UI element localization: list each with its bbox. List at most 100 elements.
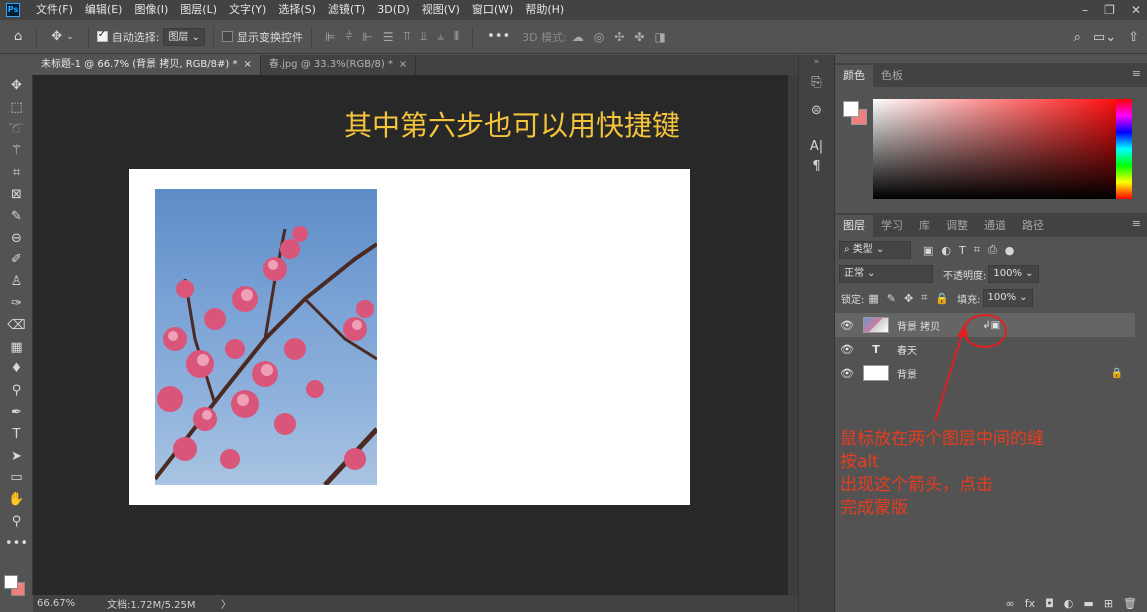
3d-roll-icon[interactable]: ◎ <box>594 30 604 44</box>
search-icon[interactable]: ⌕ <box>1074 30 1081 45</box>
eyedropper-tool-icon[interactable]: ✎ <box>0 206 33 228</box>
hue-slider[interactable] <box>1116 99 1132 199</box>
new-layer-icon[interactable]: ⊞ <box>1104 597 1113 610</box>
toolbox: ✥ ⬚ ➰ ⚚ ⌗ ⊠ ✎ ⊖ ✐ ♙ ✑ ⌫ ▦ ♦ ⚲ ✒ T ➤ ▭ ✋ … <box>0 75 33 596</box>
status-menu-arrow-icon[interactable]: 〉 <box>221 596 231 611</box>
color-picker-field[interactable] <box>873 99 1131 199</box>
menu-3d[interactable]: 3D(D) <box>371 0 416 20</box>
align-bottom-icon[interactable]: ⫨ <box>437 29 444 44</box>
stamp-tool-icon[interactable]: ♙ <box>0 271 33 293</box>
menu-image[interactable]: 图像(I) <box>128 0 174 20</box>
tab-color[interactable]: 颜色 <box>835 65 873 87</box>
shortcut-annotation: 其中第六步也可以用快捷键 <box>344 109 681 142</box>
auto-select-checkbox[interactable] <box>96 29 108 42</box>
menu-view[interactable]: 视图(V) <box>416 0 466 20</box>
pen-tool-icon[interactable]: ✒ <box>0 402 33 424</box>
zoom-tool-icon[interactable]: ⚲ <box>0 511 33 533</box>
distribute-vertical-icon[interactable]: ⦀ <box>454 29 459 44</box>
frame-tool-icon[interactable]: ⊠ <box>0 184 33 206</box>
history-brush-tool-icon[interactable]: ✑ <box>0 293 33 315</box>
right-panels: 颜色 色板 ≡ 图层 学习 库 调整 通道 路径 ≡ ⌕ 类型 ⌄ ▣ ◐ T … <box>835 55 1147 612</box>
blur-tool-icon[interactable]: ♦ <box>0 358 33 380</box>
gradient-tool-icon[interactable]: ▦ <box>0 337 33 359</box>
menu-filter[interactable]: 滤镜(T) <box>322 0 371 20</box>
close-icon[interactable]: ✕ <box>1131 3 1141 17</box>
foreground-color-swatch[interactable] <box>843 101 859 117</box>
collapse-icon[interactable]: » <box>799 55 834 69</box>
distribute-icon[interactable]: ☰ <box>383 30 394 44</box>
minimize-icon[interactable]: – <box>1082 3 1088 17</box>
3d-slide-icon[interactable]: ✤ <box>634 30 644 44</box>
align-right-icon[interactable]: ⊩ <box>362 30 372 44</box>
window-controls: – ❐ ✕ <box>1082 0 1141 20</box>
paragraph-panel-icon[interactable]: ¶ <box>799 153 834 181</box>
new-group-icon[interactable]: ▬ <box>1083 597 1093 610</box>
3d-pan-icon[interactable]: ✣ <box>614 30 624 44</box>
vertical-scrollbar[interactable] <box>788 75 798 595</box>
hand-tool-icon[interactable]: ✋ <box>0 489 33 511</box>
plum-blossom-photo <box>155 189 377 485</box>
layer-style-icon[interactable]: fx <box>1025 597 1035 610</box>
shape-tool-icon[interactable]: ▭ <box>0 467 33 489</box>
menu-edit[interactable]: 编辑(E) <box>79 0 129 20</box>
link-layers-icon[interactable]: ∞ <box>1006 597 1015 610</box>
foreground-color-swatch[interactable] <box>4 575 18 589</box>
history-panel-icon[interactable]: ⎘ <box>799 69 834 97</box>
chevron-down-icon[interactable]: ⌄ <box>66 32 74 42</box>
workspace-icon[interactable]: ▭⌄ <box>1093 30 1116 45</box>
eraser-tool-icon[interactable]: ⌫ <box>0 315 33 337</box>
edit-toolbar-icon[interactable]: ••• <box>0 533 33 555</box>
align-center-icon[interactable]: ⫩ <box>345 29 352 44</box>
close-icon[interactable]: × <box>399 59 407 70</box>
move-tool-icon[interactable]: ✥ <box>0 75 33 97</box>
color-panel-tabs: 颜色 色板 ≡ <box>835 63 1147 87</box>
brush-tool-icon[interactable]: ✐ <box>0 249 33 271</box>
align-left-icon[interactable]: ⊫ <box>325 30 335 44</box>
doc-tab-spring[interactable]: 春.jpg @ 33.3%(RGB/8) * × <box>260 55 417 75</box>
more-options-icon[interactable]: ••• <box>487 29 510 44</box>
menu-layer[interactable]: 图层(L) <box>174 0 223 20</box>
add-mask-icon[interactable]: ◘ <box>1045 597 1054 610</box>
photoshop-logo-icon: Ps <box>6 3 20 17</box>
magic-wand-tool-icon[interactable]: ⚚ <box>0 140 33 162</box>
canvas-area[interactable]: 其中第六步也可以用快捷键 <box>33 75 798 595</box>
doc-tab-untitled[interactable]: 未标题-1 @ 66.7% (背景 拷贝, RGB/8#) * × <box>33 55 261 75</box>
menu-select[interactable]: 选择(S) <box>272 0 322 20</box>
restore-icon[interactable]: ❐ <box>1104 3 1115 17</box>
3d-camera-icon[interactable]: ◨ <box>654 30 665 44</box>
dodge-tool-icon[interactable]: ⚲ <box>0 380 33 402</box>
close-icon[interactable]: × <box>243 59 251 70</box>
path-select-tool-icon[interactable]: ➤ <box>0 446 33 468</box>
color-panel: 颜色 色板 ≡ <box>835 63 1147 211</box>
divider <box>472 26 474 47</box>
menu-file[interactable]: 文件(F) <box>30 0 79 20</box>
align-top-icon[interactable]: ⫪ <box>404 29 411 44</box>
document-canvas[interactable] <box>129 169 690 505</box>
lasso-tool-icon[interactable]: ➰ <box>0 119 33 141</box>
divider <box>311 26 312 47</box>
menu-help[interactable]: 帮助(H) <box>519 0 570 20</box>
auto-select-label: 自动选择: <box>111 30 160 44</box>
type-tool-icon[interactable]: T <box>0 424 33 446</box>
delete-layer-icon[interactable]: 🗑 <box>1123 597 1137 610</box>
divider <box>87 26 89 47</box>
healing-tool-icon[interactable]: ⊖ <box>0 228 33 250</box>
3d-orbit-icon[interactable]: ☁ <box>572 30 584 44</box>
home-icon[interactable]: ⌂ <box>14 29 22 44</box>
zoom-level[interactable]: 66.67% <box>37 598 107 609</box>
menu-window[interactable]: 窗口(W) <box>466 0 519 20</box>
alt-clip-annotation: 鼠标放在两个图层中间的缝 按alt 出现这个箭头，点击 完成蒙版 <box>840 429 1044 518</box>
properties-panel-icon[interactable]: ⊜ <box>799 97 834 125</box>
adjustment-layer-icon[interactable]: ◐ <box>1064 597 1074 610</box>
show-transform-checkbox[interactable] <box>222 31 233 42</box>
panel-menu-icon[interactable]: ≡ <box>1132 67 1141 80</box>
menu-type[interactable]: 文字(Y) <box>223 0 272 20</box>
move-tool-icon[interactable]: ✥ <box>51 29 62 44</box>
tab-swatches[interactable]: 色板 <box>873 65 911 87</box>
doc-tab-title: 未标题-1 @ 66.7% (背景 拷贝, RGB/8#) * <box>41 59 238 70</box>
align-middle-icon[interactable]: ⫫ <box>420 29 427 44</box>
crop-tool-icon[interactable]: ⌗ <box>0 162 33 184</box>
auto-select-target-dropdown[interactable]: 图层 ⌄ <box>163 27 205 46</box>
marquee-tool-icon[interactable]: ⬚ <box>0 97 33 119</box>
share-icon[interactable]: ⇧ <box>1128 30 1139 45</box>
